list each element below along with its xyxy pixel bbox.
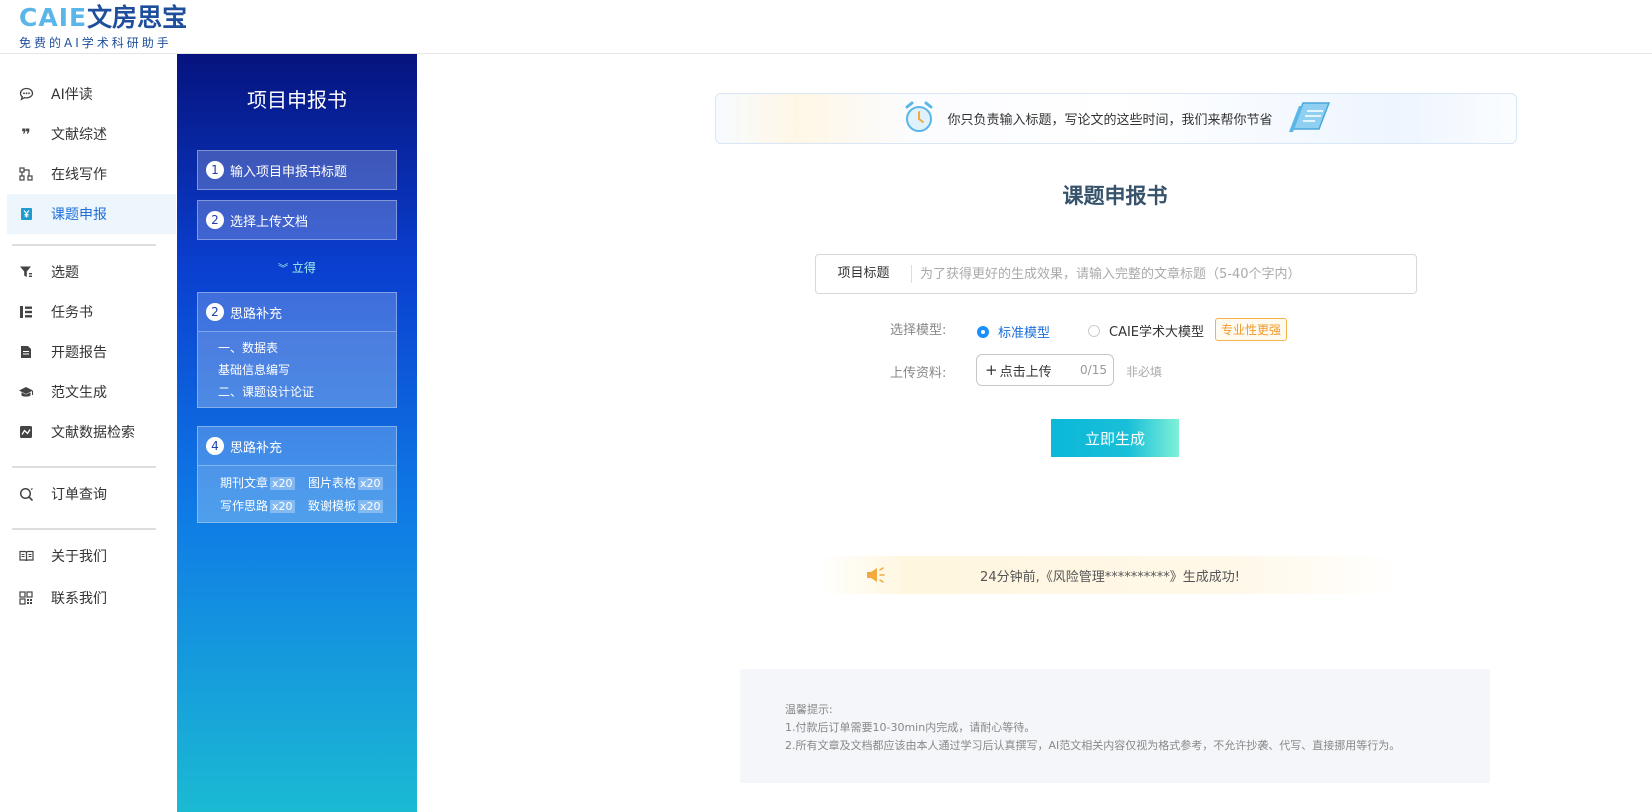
step-line: 一、数据表 [218,341,279,355]
nav-item-topic-selection[interactable]: 选题 [7,252,176,292]
step-label: 思路补充 [230,440,283,456]
radio-unchecked-icon [1088,324,1100,337]
banner-text: 你只负责输入标题，写论文的这些时间，我们来帮你节省 [947,113,1273,128]
top-header: CAIE文房思宝 免费的AI学术科研助手 [0,0,1652,54]
nav-label: 文献数据检索 [51,425,135,441]
nav-divider [12,466,156,468]
steps-title: 项目申报书 [247,88,347,112]
nav-label: 关于我们 [51,549,107,565]
step-label: 选择上传文档 [230,214,309,230]
feature-item: 写作思路 x20 [220,499,295,513]
nav-item-opening-report[interactable]: 开题报告 [7,332,176,372]
nav-item-task-book[interactable]: 任务书 [7,292,176,332]
logo-title: CAIE文房思宝 [19,3,187,33]
qrcode-icon [17,591,35,605]
step-label: 思路补充 [230,306,283,322]
step-number: 4 [206,437,224,455]
file-icon [17,345,35,359]
step-line: 二、课题设计论证 [218,385,315,399]
model-standard-radio[interactable]: 标准模型 [977,322,1050,341]
nav-item-literature-review[interactable]: ❞ 文献综述 [7,114,176,154]
nav-label: 联系我们 [51,591,107,607]
radio-checked-icon [977,325,989,338]
list-icon [17,305,35,319]
model-caie-label: CAIE学术大模型 [1109,325,1205,340]
tips-line-2: 2.所有文章及文档都应该由本人通过学习后认真撰写，AI范文相关内容仅视为格式参考… [785,739,1401,752]
yen-document-icon [17,207,35,221]
recent-success-notice: 24分钟前,《风险管理**********》生成成功! [820,556,1400,594]
logo-brand: CAIE [19,3,88,32]
alarm-clock-icon [901,99,937,139]
step-3: 2 思路补充 一、数据表 基础信息编写 二、课题设计论证 [197,292,397,408]
chat-bubble-icon [17,87,35,101]
tips-box: 温馨提示: 1.付款后订单需要10-30min内完成，请耐心等待。 2.所有文章… [740,669,1490,783]
logo-slogan: 免费的AI学术科研助手 [19,36,172,50]
nav-label: 开题报告 [51,345,107,361]
step-4: 4 思路补充 期刊文章 x20 图片表格 x20 写作思路 x20 致谢模板 x20 [197,426,397,523]
step-number: 2 [206,303,224,321]
upload-optional-hint: 非必填 [1126,365,1163,379]
project-title-input[interactable] [912,259,1416,289]
generate-button[interactable]: 立即生成 [1051,419,1179,457]
page-title: 课题申报书 [1062,184,1168,208]
notice-text: 24分钟前,《风险管理**********》生成成功! [980,569,1240,585]
model-caie-radio[interactable]: CAIE学术大模型 [1088,321,1204,340]
nav-label: 课题申报 [51,207,107,223]
nav-label: AI伴读 [51,87,93,103]
pro-tag-badge: 专业性更强 [1215,318,1288,341]
nav-item-ai-reading[interactable]: AI伴读 [7,74,176,114]
nav-item-contact-us[interactable]: 联系我们 [7,578,176,618]
nav-label: 在线写作 [51,167,107,183]
nav-divider [12,528,156,530]
nav-divider [12,244,156,246]
notebook-icon [1283,99,1331,139]
nav-label: 范文生成 [51,385,107,401]
nav-label: 订单查询 [51,487,107,503]
quote-icon: ❞ [21,124,31,144]
project-title-field: 项目标题 [815,254,1417,294]
logo-name: 文房思宝 [87,3,188,32]
immediate-indicator: ︾ 立得 [177,259,417,276]
sidebar-nav: AI伴读 ❞ 文献综述 在线写作 课题申报 选题 任务书 开题报告 范文生成 文… [0,54,176,812]
promo-banner: 你只负责输入标题，写论文的这些时间，我们来帮你节省 [715,93,1517,144]
search-order-icon [17,487,35,502]
book-icon [17,550,35,562]
upload-label: 上传资料: [890,366,947,381]
model-standard-label: 标准模型 [998,326,1051,341]
immediate-label: 立得 [291,261,316,275]
nav-label: 任务书 [51,305,93,321]
upload-button[interactable]: + 点击上传 0/15 [976,354,1114,386]
model-label: 选择模型: [890,323,947,338]
logo[interactable]: CAIE文房思宝 免费的AI学术科研助手 [19,3,187,51]
step-label: 输入项目申报书标题 [230,164,348,180]
tips-line-1: 1.付款后订单需要10-30min内完成，请耐心等待。 [785,721,1036,734]
step-2: 2 选择上传文档 [197,200,397,240]
upload-button-label: 点击上传 [999,364,1052,380]
feature-item: 图片表格 x20 [308,476,383,490]
step-1: 1 输入项目申报书标题 [197,150,397,190]
nav-item-about-us[interactable]: 关于我们 [7,536,176,576]
chart-icon [17,425,35,439]
step-line: 基础信息编写 [218,363,291,377]
plus-icon: + [985,361,998,379]
nav-item-order-query[interactable]: 订单查询 [7,474,176,514]
nav-item-literature-search[interactable]: 文献数据检索 [7,412,176,452]
project-title-label: 项目标题 [816,265,912,283]
step-number: 2 [206,211,224,229]
nav-item-topic-application[interactable]: 课题申报 [7,194,176,234]
double-chevron-down-icon: ︾ [278,264,289,275]
feature-item: 期刊文章 x20 [220,476,295,490]
tips-title: 温馨提示: [785,703,833,716]
step-number: 1 [206,161,224,179]
flow-icon [17,167,35,181]
graduation-cap-icon [17,386,35,399]
nav-item-sample-generation[interactable]: 范文生成 [7,372,176,412]
filter-icon [17,265,35,279]
steps-panel: 项目申报书 1 输入项目申报书标题 2 选择上传文档 ︾ 立得 2 思路补充 一… [177,54,417,812]
nav-label: 选题 [51,265,79,281]
nav-item-online-writing[interactable]: 在线写作 [7,154,176,194]
upload-count: 0/15 [1080,363,1107,377]
feature-item: 致谢模板 x20 [308,499,383,513]
nav-label: 文献综述 [51,127,107,143]
